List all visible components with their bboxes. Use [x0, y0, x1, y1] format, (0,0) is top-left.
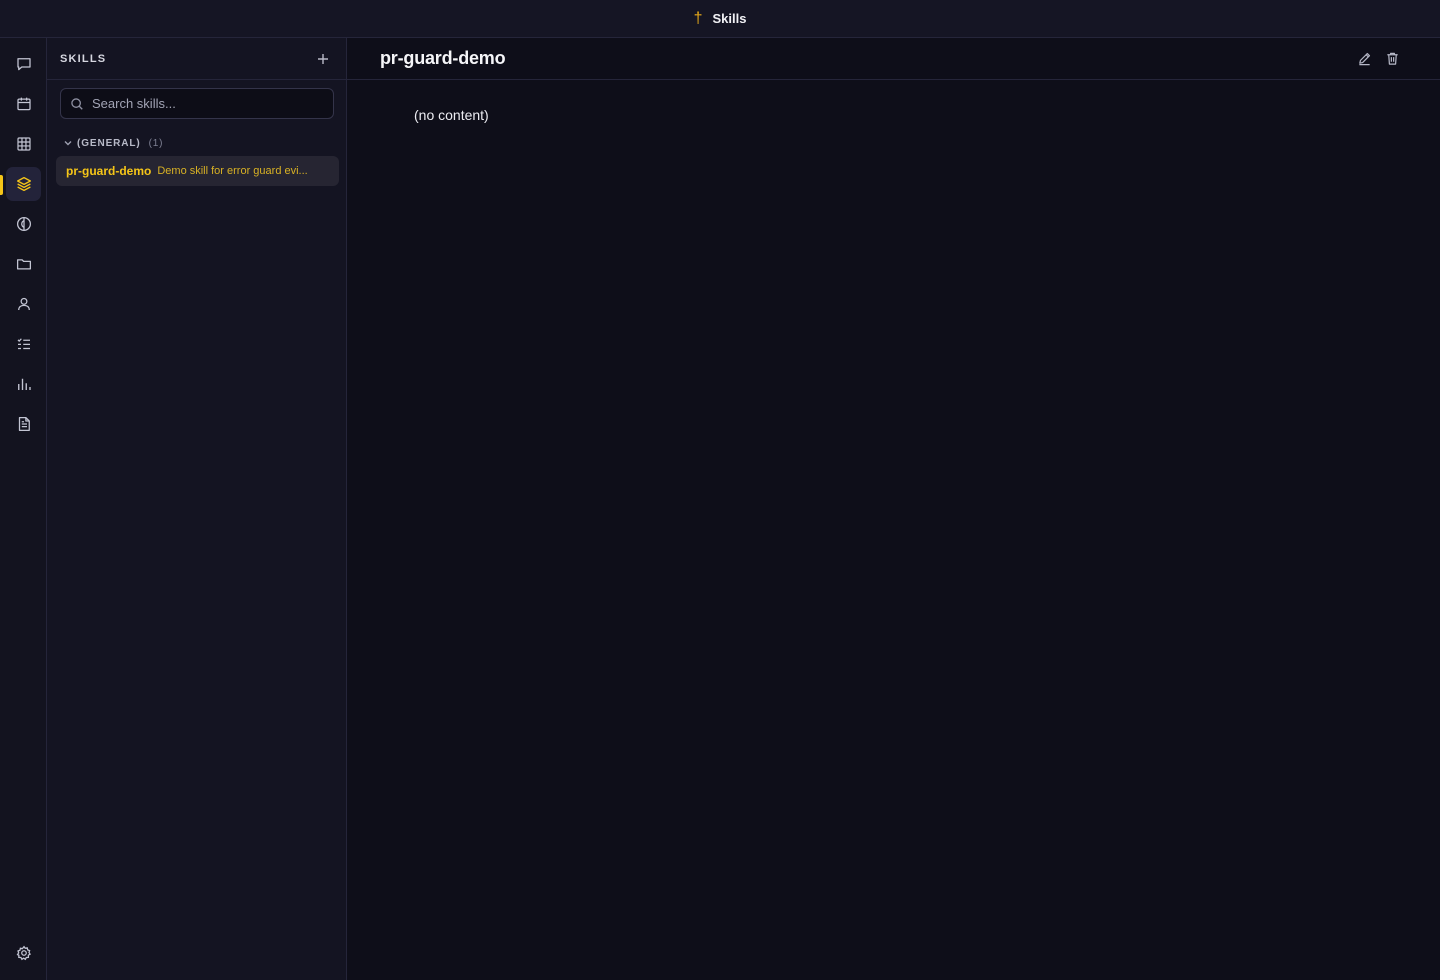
- folder-icon: [16, 259, 31, 270]
- nav-brain[interactable]: [6, 207, 41, 241]
- skills-sidebar: SKILLS (GENERAL) (1) pr-guard-demo Demo …: [47, 38, 347, 980]
- brain-icon: [16, 216, 31, 232]
- nav-docs[interactable]: [6, 407, 41, 441]
- grid-icon: [16, 137, 31, 151]
- edit-icon: [1358, 52, 1370, 66]
- bar-chart-icon: [17, 378, 31, 390]
- group-header-general[interactable]: (GENERAL) (1): [63, 136, 163, 150]
- skill-content: (no content): [414, 107, 489, 123]
- nav-table[interactable]: [6, 127, 41, 161]
- trash-icon: [1386, 52, 1398, 65]
- main-header: pr-guard-demo: [347, 38, 1440, 80]
- nav-rail: [0, 38, 47, 980]
- plus-icon: [318, 53, 328, 64]
- sidebar-header: SKILLS: [47, 38, 346, 80]
- nav-calendar[interactable]: [6, 87, 41, 121]
- group-name: (GENERAL): [77, 137, 141, 149]
- header-actions: [1356, 51, 1400, 67]
- window-title: Skills: [712, 11, 747, 26]
- user-icon: [17, 297, 30, 311]
- nav-files[interactable]: [6, 247, 41, 281]
- nav-chat[interactable]: [6, 47, 41, 81]
- nav-settings[interactable]: [6, 936, 41, 970]
- nav-analytics[interactable]: [6, 367, 41, 401]
- layers-icon: [16, 176, 31, 192]
- nav-people[interactable]: [6, 287, 41, 321]
- title-bar: † Skills: [0, 0, 1440, 38]
- page-title: pr-guard-demo: [380, 48, 506, 68]
- search-input[interactable]: [92, 96, 322, 111]
- skill-list-item[interactable]: pr-guard-demo Demo skill for error guard…: [56, 156, 339, 186]
- group-count: (1): [148, 137, 164, 149]
- gear-icon: [16, 945, 31, 961]
- chevron-down-icon: [64, 141, 72, 146]
- document-icon: [18, 416, 30, 432]
- add-skill-button[interactable]: [312, 48, 334, 70]
- nav-skills[interactable]: [6, 167, 41, 201]
- checklist-icon: [17, 338, 30, 350]
- active-indicator: [0, 175, 3, 195]
- sidebar-title: SKILLS: [60, 52, 107, 65]
- main-panel: pr-guard-demo (no content): [347, 38, 1440, 980]
- search-icon: [71, 97, 83, 110]
- nav-tasks[interactable]: [6, 327, 41, 361]
- chat-bubble-icon: [16, 58, 31, 71]
- skill-name: pr-guard-demo: [66, 164, 152, 178]
- dagger-icon: †: [693, 9, 703, 27]
- calendar-icon: [16, 97, 31, 111]
- edit-button[interactable]: [1356, 51, 1372, 67]
- skill-description: Demo skill for error guard evi...: [157, 165, 308, 177]
- delete-button[interactable]: [1384, 51, 1400, 67]
- search-box[interactable]: [60, 88, 334, 119]
